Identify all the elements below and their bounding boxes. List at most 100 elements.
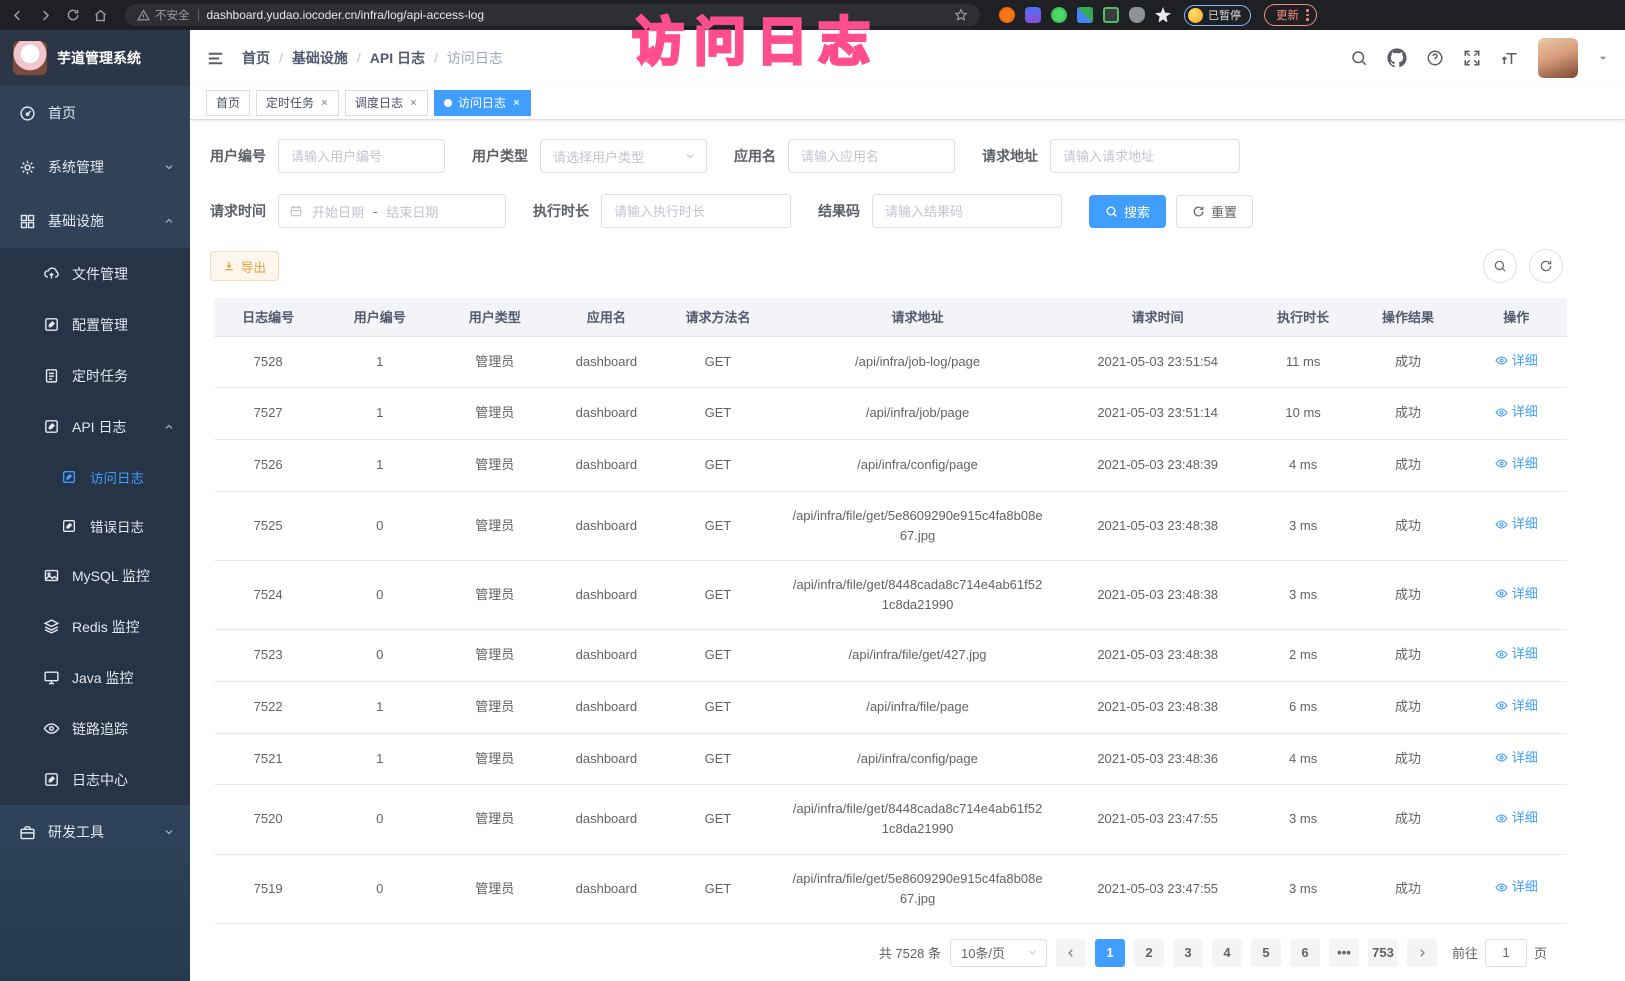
sidebar-item-config-mgmt[interactable]: 配置管理 <box>0 299 190 350</box>
detail-link[interactable]: 详细 <box>1495 644 1538 664</box>
date-range-picker[interactable]: 开始日期 - 结束日期 <box>278 194 506 228</box>
sidebar-item-label: 日志中心 <box>72 770 128 790</box>
page-button-2[interactable]: 2 <box>1134 939 1164 967</box>
close-icon[interactable] <box>512 98 521 107</box>
tab-schedule-log[interactable]: 调度日志 <box>345 90 428 116</box>
search-icon <box>1105 205 1118 218</box>
page-button-6[interactable]: 6 <box>1290 939 1320 967</box>
sidebar-item-system-mgmt[interactable]: 系统管理 <box>0 140 190 194</box>
user-avatar[interactable] <box>1538 38 1578 78</box>
user-type-select[interactable]: 请选择用户类型 <box>540 139 707 173</box>
extension-icon-star[interactable] <box>1155 7 1171 23</box>
fullscreen-icon[interactable] <box>1463 49 1481 67</box>
page-content: 用户编号 用户类型 请选择用户类型 应用名 请求地址 请求时 <box>190 121 1625 981</box>
result-code-label: 结果码 <box>818 201 860 221</box>
caret-down-icon[interactable] <box>1597 52 1609 64</box>
sidebar-item-dev-tools[interactable]: 研发工具 <box>0 805 190 859</box>
github-icon[interactable] <box>1387 48 1407 68</box>
detail-link[interactable]: 详细 <box>1495 877 1538 897</box>
detail-link[interactable]: 详细 <box>1495 514 1538 534</box>
cell-duration: 6 ms <box>1256 681 1351 733</box>
font-size-icon[interactable] <box>1500 49 1519 68</box>
breadcrumb-home[interactable]: 首页 <box>242 48 270 68</box>
extension-icon-orange[interactable] <box>999 7 1015 23</box>
cell-app: dashboard <box>552 491 660 560</box>
sidebar-item-mysql-monitor[interactable]: MySQL 监控 <box>0 550 190 601</box>
page-button-1[interactable]: 1 <box>1095 939 1125 967</box>
result-code-input[interactable] <box>872 194 1062 228</box>
refresh-table-button[interactable] <box>1529 249 1563 283</box>
close-icon[interactable] <box>409 98 418 107</box>
browser-home-icon[interactable] <box>93 8 108 23</box>
export-button[interactable]: 导出 <box>210 251 279 281</box>
sidebar-item-label: 首页 <box>48 103 76 123</box>
detail-link[interactable]: 详细 <box>1495 696 1538 716</box>
page-button-5[interactable]: 5 <box>1251 939 1281 967</box>
chevron-down-icon <box>163 826 175 838</box>
reset-button[interactable]: 重置 <box>1176 195 1253 228</box>
sidebar-item-label: 研发工具 <box>48 822 104 842</box>
app-name-input[interactable] <box>788 139 955 173</box>
extension-icon-dark-grid[interactable] <box>1103 7 1119 23</box>
detail-link[interactable]: 详细 <box>1495 351 1538 371</box>
close-icon[interactable] <box>320 98 329 107</box>
user-id-input[interactable] <box>278 139 445 173</box>
page-button-3[interactable]: 3 <box>1173 939 1203 967</box>
goto-page-input[interactable] <box>1485 939 1527 967</box>
sidebar-item-api-log[interactable]: API 日志 <box>0 401 190 452</box>
extension-icon-shield[interactable] <box>1025 7 1041 23</box>
sidebar-item-scheduled-jobs[interactable]: 定时任务 <box>0 350 190 401</box>
sidebar-item-error-log[interactable]: 错误日志 <box>0 501 190 550</box>
chevron-up-icon <box>163 215 175 227</box>
extension-icon-green[interactable] <box>1051 7 1067 23</box>
request-url-input[interactable] <box>1050 139 1240 173</box>
sidebar-item-redis-monitor[interactable]: Redis 监控 <box>0 601 190 652</box>
breadcrumb-api-log[interactable]: API 日志 <box>370 48 425 68</box>
detail-link[interactable]: 详细 <box>1495 402 1538 422</box>
toggle-search-button[interactable] <box>1483 249 1517 283</box>
sidebar-item-infrastructure[interactable]: 基础设施 <box>0 194 190 248</box>
sidebar-item-java-monitor[interactable]: Java 监控 <box>0 652 190 703</box>
paused-badge[interactable]: 已暂停 <box>1184 5 1251 26</box>
search-icon[interactable] <box>1350 49 1368 67</box>
help-icon[interactable] <box>1426 49 1444 67</box>
tab-home[interactable]: 首页 <box>206 90 250 116</box>
prev-page-button[interactable] <box>1056 939 1086 967</box>
search-button[interactable]: 搜索 <box>1089 195 1166 228</box>
cell-time: 2021-05-03 23:48:36 <box>1060 733 1256 785</box>
page-url[interactable]: dashboard.yudao.iocoder.cn/infra/log/api… <box>207 8 485 22</box>
sidebar-item-log-center[interactable]: 日志中心 <box>0 754 190 805</box>
browser-forward-icon[interactable] <box>38 8 53 23</box>
extension-icon-grid[interactable] <box>1077 7 1093 23</box>
next-page-button[interactable] <box>1407 939 1437 967</box>
table-toolbar: 导出 <box>210 249 1603 283</box>
browser-back-icon[interactable] <box>10 8 25 23</box>
page-ellipsis[interactable]: ••• <box>1329 939 1359 967</box>
bookmark-star-icon[interactable] <box>954 8 968 22</box>
detail-link[interactable]: 详细 <box>1495 584 1538 604</box>
security-warning[interactable]: 不安全 <box>137 7 190 23</box>
extension-icon-ghost[interactable] <box>1129 7 1145 23</box>
page-size-select[interactable]: 10条/页 <box>950 939 1047 967</box>
browser-reload-icon[interactable] <box>66 8 80 22</box>
sidebar-item-access-log[interactable]: 访问日志 <box>0 452 190 501</box>
sidebar-item-file-mgmt[interactable]: 文件管理 <box>0 248 190 299</box>
sidebar-item-tracing[interactable]: 链路追踪 <box>0 703 190 754</box>
tab-scheduled-jobs[interactable]: 定时任务 <box>256 90 339 116</box>
goto-page: 前往 页 <box>1452 939 1547 967</box>
update-button[interactable]: 更新 <box>1264 4 1317 26</box>
hamburger-icon[interactable] <box>206 49 225 68</box>
page-button-last[interactable]: 753 <box>1368 939 1398 967</box>
sidebar-item-home[interactable]: 首页 <box>0 86 190 140</box>
address-bar[interactable]: 不安全 dashboard.yudao.iocoder.cn/infra/log… <box>125 4 980 26</box>
browser-menu-icon[interactable] <box>1306 9 1309 21</box>
page-button-4[interactable]: 4 <box>1212 939 1242 967</box>
duration-input[interactable] <box>601 194 791 228</box>
cell-log-id: 7524 <box>214 560 322 629</box>
breadcrumb-infrastructure[interactable]: 基础设施 <box>292 48 348 68</box>
detail-link[interactable]: 详细 <box>1495 808 1538 828</box>
detail-link[interactable]: 详细 <box>1495 748 1538 768</box>
app-logo-block[interactable]: 芋道管理系统 <box>0 30 190 86</box>
detail-link[interactable]: 详细 <box>1495 454 1538 474</box>
tab-access-log[interactable]: 访问日志 <box>434 90 531 116</box>
